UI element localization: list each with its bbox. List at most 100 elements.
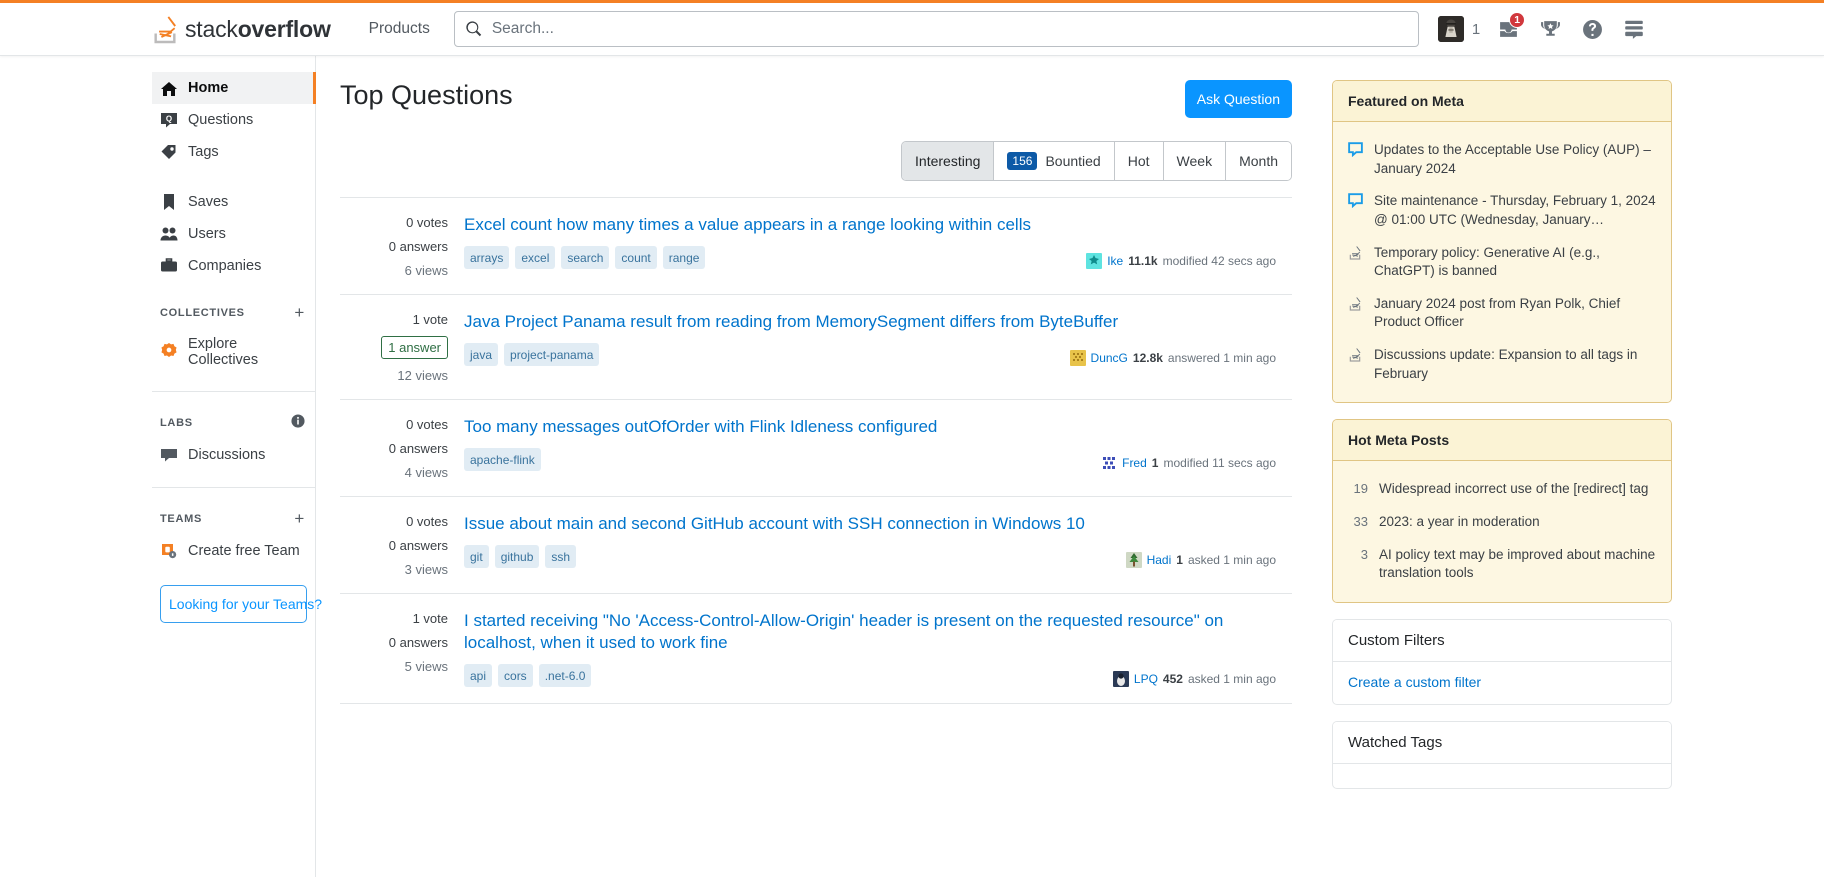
- sidebar-item-create-free-team[interactable]: Create free Team: [152, 535, 316, 567]
- question-footer: java project-panama DuncG 12.8k answered…: [464, 343, 1276, 367]
- stacks-menu-button[interactable]: [1613, 9, 1655, 49]
- answer-count: 0 answers: [388, 538, 448, 553]
- help-button[interactable]: [1571, 9, 1613, 49]
- answer-count: 0 answers: [388, 441, 448, 456]
- featured-on-meta-card: Featured on Meta Updates to the Acceptab…: [1332, 80, 1672, 404]
- sidebar-item-home[interactable]: Home: [152, 72, 316, 104]
- list-item[interactable]: Site maintenance - Thursday, February 1,…: [1348, 185, 1656, 236]
- inbox-button[interactable]: 1: [1487, 9, 1529, 49]
- question-body: Issue about main and second GitHub accou…: [464, 513, 1276, 577]
- top-header: stackoverflow Products 1: [0, 0, 1824, 56]
- question-title-link[interactable]: Too many messages outOfOrder with Flink …: [464, 416, 1276, 438]
- question-action-time: modified 11 secs ago: [1163, 456, 1276, 471]
- sidebar-item-label: Companies: [188, 258, 262, 274]
- tab-interesting[interactable]: Interesting: [902, 142, 994, 180]
- sidebar-item-discussions[interactable]: Discussions: [152, 439, 316, 471]
- tab-bountied[interactable]: 156 Bountied: [993, 142, 1114, 180]
- tag[interactable]: ssh: [545, 545, 577, 569]
- tab-month[interactable]: Month: [1225, 142, 1291, 180]
- trophy-icon: [1540, 20, 1560, 36]
- stackoverflow-logo-icon: [1348, 295, 1365, 332]
- question-title-link[interactable]: Excel count how many times a value appea…: [464, 214, 1276, 236]
- table-row: 0 votes 0 answers 3 views Issue about ma…: [340, 497, 1292, 594]
- author-name[interactable]: Hadi: [1147, 553, 1172, 567]
- looking-for-teams-button[interactable]: Looking for your Teams?: [160, 585, 322, 623]
- tag[interactable]: count: [615, 246, 657, 270]
- sidebar-item-companies[interactable]: Companies: [152, 250, 316, 282]
- tab-hot[interactable]: Hot: [1113, 142, 1163, 180]
- tag[interactable]: range: [662, 246, 706, 270]
- user-reputation: 1: [1471, 20, 1481, 38]
- search-input[interactable]: [491, 20, 1408, 38]
- vote-count: 0 votes: [406, 514, 448, 529]
- nav-products[interactable]: Products: [357, 11, 442, 47]
- briefcase-icon: [160, 257, 178, 275]
- question-meta: Fred 1 modified 11 secs ago: [1101, 455, 1276, 472]
- tag[interactable]: github: [494, 545, 540, 569]
- question-title-link[interactable]: Issue about main and second GitHub accou…: [464, 513, 1276, 535]
- list-item[interactable]: Updates to the Acceptable Use Policy (AU…: [1348, 134, 1656, 185]
- tag[interactable]: java: [464, 343, 499, 367]
- main-header: Top Questions Ask Question: [340, 80, 1292, 118]
- tag-icon: [160, 143, 178, 161]
- labs-info-icon[interactable]: [291, 414, 305, 431]
- list-item[interactable]: Temporary policy: Generative AI (e.g., C…: [1348, 237, 1656, 288]
- list-item[interactable]: 33 2023: a year in moderation: [1348, 506, 1656, 539]
- sidebar-item-tags[interactable]: Tags: [152, 136, 316, 168]
- question-footer: git github ssh Hadi 1 asked 1 min ago: [464, 545, 1276, 569]
- table-row: 0 votes 0 answers 6 views Excel count ho…: [340, 198, 1292, 295]
- list-item[interactable]: 19 Widespread incorrect use of the [redi…: [1348, 473, 1656, 506]
- create-custom-filter-link[interactable]: Create a custom filter: [1348, 674, 1481, 690]
- tag[interactable]: arrays: [464, 246, 510, 270]
- author-name[interactable]: Fred: [1122, 456, 1147, 470]
- author-name[interactable]: Ike: [1107, 254, 1123, 268]
- bountied-count-badge: 156: [1007, 152, 1038, 170]
- sidebar-item-explore-collectives[interactable]: Explore Collectives: [152, 329, 316, 375]
- author-name[interactable]: DuncG: [1091, 351, 1128, 365]
- tag[interactable]: .net-6.0: [538, 664, 592, 688]
- achievements-button[interactable]: [1529, 9, 1571, 49]
- question-meta: Ike 11.1k modified 42 secs ago: [1086, 253, 1276, 270]
- tag-list: git github ssh: [464, 545, 577, 569]
- add-collective-button[interactable]: +: [294, 304, 305, 321]
- question-stats: 0 votes 0 answers 3 views: [340, 513, 448, 577]
- user-avatar: [1437, 16, 1464, 42]
- view-count: 3 views: [404, 562, 448, 577]
- table-row: 1 vote 0 answers 5 views I started recei…: [340, 594, 1292, 705]
- user-profile-button[interactable]: 1: [1431, 9, 1487, 49]
- sidebar-item-users[interactable]: Users: [152, 218, 316, 250]
- custom-filters-card: Custom Filters Create a custom filter: [1332, 618, 1672, 705]
- list-item[interactable]: Discussions update: Expansion to all tag…: [1348, 339, 1656, 390]
- add-team-button[interactable]: +: [294, 510, 305, 527]
- question-stats: 0 votes 0 answers 6 views: [340, 214, 448, 278]
- sidebar-item-saves[interactable]: Saves: [152, 186, 316, 218]
- sidebar-item-label: Users: [188, 226, 226, 242]
- question-meta: Hadi 1 asked 1 min ago: [1125, 552, 1276, 569]
- right-sidebar: Featured on Meta Updates to the Acceptab…: [1316, 56, 1672, 877]
- question-title-link[interactable]: I started receiving "No 'Access-Control-…: [464, 610, 1276, 654]
- question-list: 0 votes 0 answers 6 views Excel count ho…: [340, 197, 1292, 705]
- tag[interactable]: cors: [498, 664, 533, 688]
- stackoverflow-logo[interactable]: stackoverflow: [152, 14, 331, 44]
- question-body: Java Project Panama result from reading …: [464, 311, 1276, 383]
- sidebar-item-questions[interactable]: Q Questions: [152, 104, 316, 136]
- main-content: Top Questions Ask Question Interesting 1…: [316, 56, 1316, 877]
- tag[interactable]: search: [561, 246, 610, 270]
- ask-question-button[interactable]: Ask Question: [1184, 80, 1292, 118]
- vote-count: 0 votes: [406, 417, 448, 432]
- list-item[interactable]: January 2024 post from Ryan Polk, Chief …: [1348, 288, 1656, 339]
- tab-week[interactable]: Week: [1162, 142, 1226, 180]
- tag[interactable]: git: [464, 545, 489, 569]
- tag[interactable]: apache-flink: [464, 448, 541, 472]
- collectives-star-icon: [160, 343, 178, 361]
- post-score: 3: [1360, 546, 1368, 562]
- inbox-badge: 1: [1509, 12, 1526, 28]
- sidebar-item-label: Explore Collectives: [188, 336, 259, 368]
- question-title-link[interactable]: Java Project Panama result from reading …: [464, 311, 1276, 333]
- list-item[interactable]: 3 AI policy text may be improved about m…: [1348, 539, 1656, 590]
- tag[interactable]: excel: [515, 246, 556, 270]
- search-bar[interactable]: [453, 11, 1419, 47]
- tag[interactable]: project-panama: [504, 343, 600, 367]
- author-name[interactable]: LPQ: [1134, 672, 1158, 686]
- tag[interactable]: api: [464, 664, 493, 688]
